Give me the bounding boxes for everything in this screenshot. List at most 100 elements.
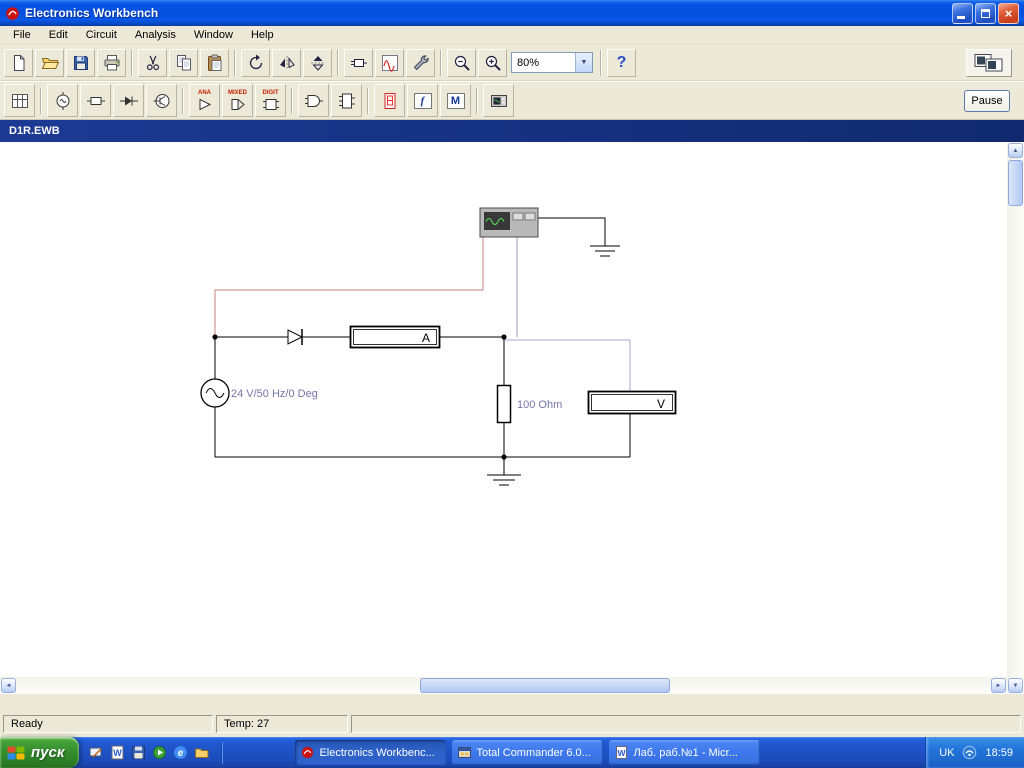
copy-button[interactable] — [169, 48, 198, 77]
flip-vertical-icon — [310, 55, 325, 71]
network-tray-icon[interactable] — [962, 745, 977, 760]
menu-file[interactable]: File — [4, 26, 40, 44]
resistor-component[interactable]: 100 Ohm — [496, 384, 563, 424]
save-button[interactable] — [66, 48, 95, 77]
instrument-console-button[interactable] — [966, 49, 1012, 77]
digital-ics-bin-button[interactable]: DIGIT — [255, 84, 286, 117]
scroll-right-button[interactable]: ► — [991, 678, 1006, 693]
task-label: Лаб. раб.№1 - Micr... — [633, 746, 738, 759]
controls-bin-button[interactable]: f — [407, 84, 438, 117]
taskbar-task-ewb[interactable]: Electronics Workbenc... — [295, 740, 447, 765]
media-player-icon[interactable] — [152, 745, 167, 760]
ground-symbol-bottom[interactable] — [487, 474, 521, 486]
circuit-canvas[interactable]: 24 V/50 Hz/0 Deg A 100 Ohm V — [0, 142, 1007, 677]
toolbar-separator — [234, 49, 236, 76]
status-temperature: Temp: 27 — [216, 715, 348, 733]
show-desktop-icon[interactable] — [89, 745, 104, 760]
help-button[interactable]: ? — [607, 48, 636, 77]
digital-bin-button[interactable] — [331, 84, 362, 117]
voltmeter-wire-top[interactable] — [505, 339, 631, 392]
scroll-left-button[interactable]: ◄ — [1, 678, 16, 693]
zoom-in-button[interactable] — [478, 48, 507, 77]
oscilloscope-probe-wire-a[interactable] — [214, 237, 484, 337]
menu-circuit[interactable]: Circuit — [77, 26, 126, 44]
zoom-out-button[interactable] — [447, 48, 476, 77]
ie-icon[interactable]: e — [173, 745, 188, 760]
task-buttons: Electronics Workbenc... Total Commander … — [295, 740, 761, 765]
word-quicklaunch-icon[interactable]: W — [110, 745, 125, 760]
ac-source-icon — [56, 91, 69, 110]
ground-symbol-top[interactable] — [590, 245, 620, 257]
language-indicator[interactable]: UK — [939, 747, 954, 759]
component-properties-button[interactable] — [406, 48, 435, 77]
zoom-dropdown-button[interactable]: ▼ — [575, 53, 592, 72]
mixed-ics-bin-button[interactable]: MIXED — [222, 84, 253, 117]
minimize-button[interactable] — [952, 2, 973, 24]
close-icon: × — [1004, 5, 1013, 21]
analog-ics-bin-button[interactable]: ANA — [189, 84, 220, 117]
taskbar-task-word-document[interactable]: W Лаб. раб.№1 - Micr... — [609, 740, 761, 765]
windows-flag-icon — [7, 746, 25, 759]
cut-button[interactable] — [138, 48, 167, 77]
print-button[interactable] — [97, 48, 126, 77]
start-button[interactable]: пуск — [0, 737, 80, 768]
oscilloscope-component[interactable] — [479, 207, 539, 238]
circuit-drawing: 24 V/50 Hz/0 Deg A 100 Ohm V — [200, 207, 677, 486]
menu-edit[interactable]: Edit — [40, 26, 77, 44]
new-button[interactable] — [4, 48, 33, 77]
taskbar: пуск W e Electronics Workbenc... Total C — [0, 737, 1024, 768]
display-graphs-button[interactable] — [375, 48, 404, 77]
horizontal-scrollbar[interactable]: ◄ ► — [0, 677, 1007, 694]
voltmeter-component[interactable]: V — [587, 390, 677, 415]
flip-vertical-button[interactable] — [303, 48, 332, 77]
svg-text:e: e — [178, 748, 184, 759]
menu-window[interactable]: Window — [185, 26, 242, 44]
pause-label: Pause — [971, 95, 1003, 107]
menu-analysis[interactable]: Analysis — [126, 26, 185, 44]
vertical-scroll-thumb[interactable] — [1008, 160, 1023, 206]
flip-horizontal-button[interactable] — [272, 48, 301, 77]
miscellaneous-bin-button[interactable]: M — [440, 84, 471, 117]
titlebar: Electronics Workbench × — [0, 0, 1024, 26]
toolbar-separator — [600, 49, 602, 76]
vertical-scrollbar[interactable]: ▲ ▼ — [1007, 142, 1024, 694]
paste-button[interactable] — [200, 48, 229, 77]
system-tray: UK 18:59 — [925, 737, 1024, 768]
sources-bin-button[interactable] — [47, 84, 78, 117]
diode-component[interactable] — [287, 329, 304, 345]
voltmeter-label: V — [657, 397, 665, 411]
restore-button[interactable] — [975, 2, 996, 24]
close-button[interactable]: × — [998, 2, 1019, 24]
diodes-bin-button[interactable] — [113, 84, 144, 117]
taskbar-task-total-commander[interactable]: Total Commander 6.0... — [452, 740, 604, 765]
print-icon — [104, 54, 119, 70]
transistors-bin-button[interactable] — [146, 84, 177, 117]
menu-help[interactable]: Help — [242, 26, 283, 44]
basic-bin-button[interactable] — [80, 84, 111, 117]
favorites-bin-button[interactable] — [4, 84, 35, 117]
disk-icon[interactable] — [131, 745, 146, 760]
create-subcircuit-button[interactable] — [344, 48, 373, 77]
parts-bin-toolbar: ANA MIXED DIGIT f M Pause — [0, 81, 1024, 120]
open-button[interactable] — [35, 48, 64, 77]
word-task-icon: W — [616, 746, 628, 759]
scroll-up-button[interactable]: ▲ — [1008, 143, 1023, 158]
document-titlebar: D1R.EWB — [0, 120, 1024, 142]
pause-button[interactable]: Pause — [964, 90, 1010, 112]
ammeter-component[interactable]: A — [349, 325, 441, 349]
cut-icon — [146, 55, 159, 70]
digital-ic-icon — [262, 99, 279, 110]
indicators-bin-button[interactable] — [374, 84, 405, 117]
window-title: Electronics Workbench — [25, 6, 159, 20]
oscilloscope-screen — [484, 212, 510, 230]
scroll-down-button[interactable]: ▼ — [1008, 678, 1023, 693]
logic-gates-bin-button[interactable] — [298, 84, 329, 117]
ac-source-component[interactable]: 24 V/50 Hz/0 Deg — [200, 378, 318, 408]
zoom-value: 80% — [517, 56, 540, 69]
instruments-bin-button[interactable] — [483, 84, 514, 117]
zoom-combobox[interactable]: 80% ▼ — [511, 52, 593, 73]
wrench-icon — [413, 54, 429, 70]
horizontal-scroll-thumb[interactable] — [420, 678, 670, 693]
rotate-button[interactable] — [241, 48, 270, 77]
folder-icon[interactable] — [194, 745, 209, 760]
